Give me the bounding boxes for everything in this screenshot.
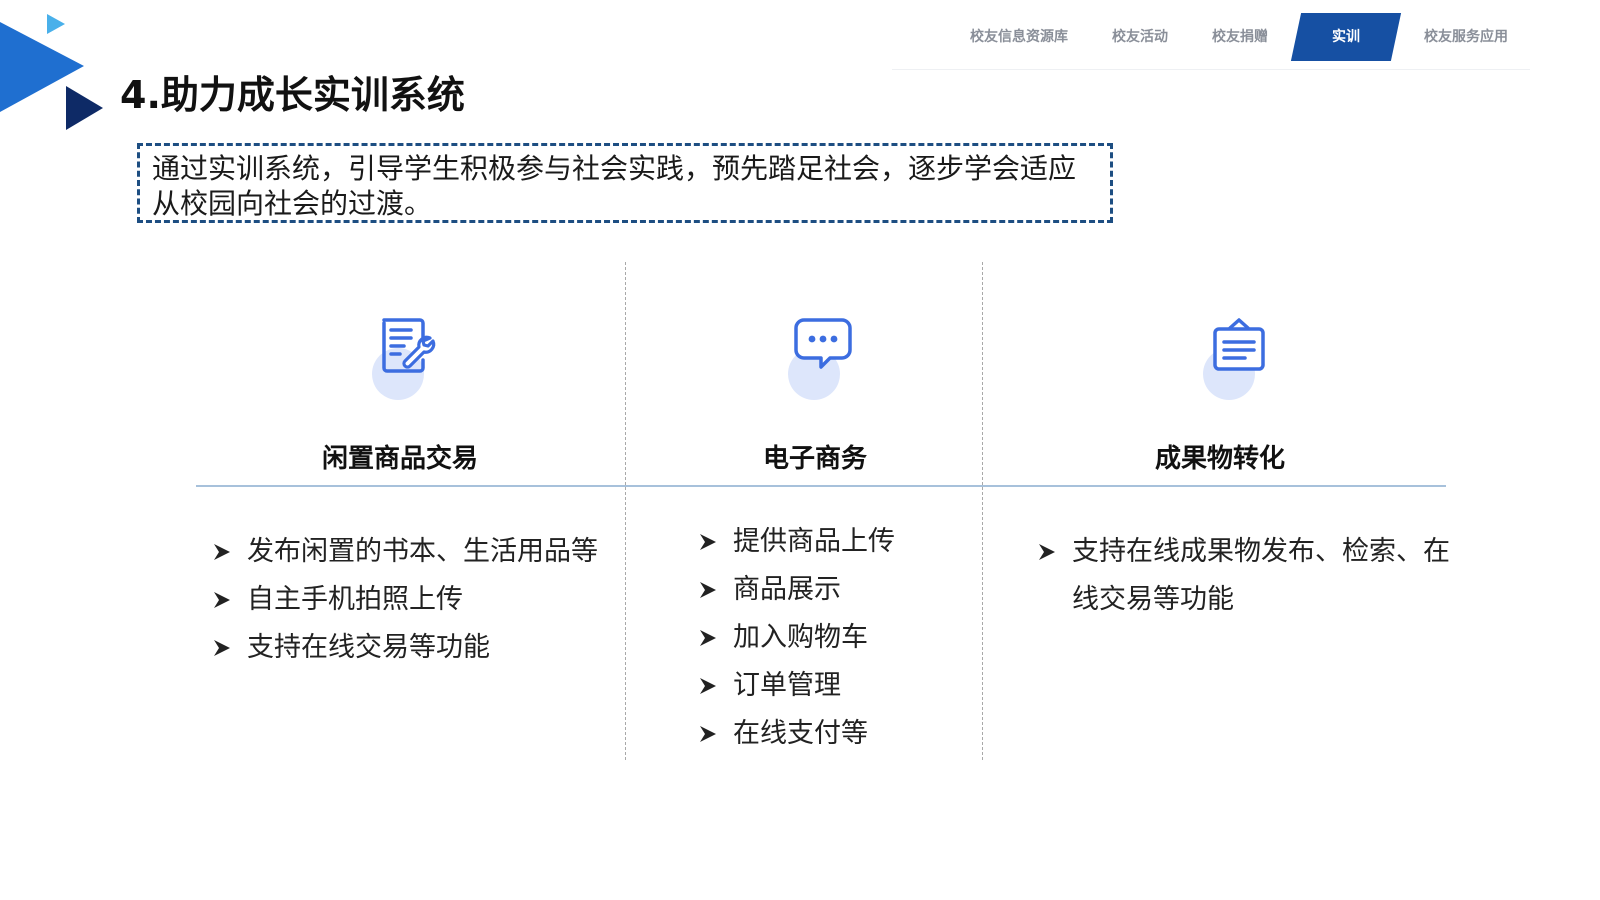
nav-item-label: 校友活动 xyxy=(1112,29,1168,45)
bullet-list: 支持在线成果物发布、检索、在线交易等功能 xyxy=(1036,528,1456,624)
column-divider xyxy=(982,262,983,760)
list-item: 发布闲置的书本、生活用品等 xyxy=(211,528,598,576)
slide: 校友信息资源库 校友活动 校友捐赠 实训 校友服务应用 4.助力成长实训系统 通… xyxy=(0,0,1600,900)
arrow-bullet-icon xyxy=(700,630,716,646)
arrow-bullet-icon xyxy=(700,582,716,598)
clipboard-list-icon xyxy=(1195,316,1285,406)
list-item: 加入购物车 xyxy=(697,614,895,662)
list-item-text: 发布闲置的书本、生活用品等 xyxy=(247,536,598,567)
intro-text-box: 通过实训系统，引导学生积极参与社会实践，预先踏足社会，逐步学会适应从校园向社会的… xyxy=(137,143,1113,223)
list-item: 支持在线交易等功能 xyxy=(211,624,598,672)
list-item: 提供商品上传 xyxy=(697,518,895,566)
edit-wrench-icon xyxy=(364,316,454,406)
list-item-text: 订单管理 xyxy=(733,670,841,701)
chat-bubble-icon xyxy=(780,316,870,406)
nav-underline-divider xyxy=(892,69,1530,70)
column-heading: 电子商务 xyxy=(762,444,867,474)
page-title: 4.助力成长实训系统 xyxy=(120,73,465,117)
list-item: 支持在线成果物发布、检索、在线交易等功能 xyxy=(1036,528,1456,624)
list-item-text: 商品展示 xyxy=(733,574,841,605)
list-item-text: 支持在线成果物发布、检索、在线交易等功能 xyxy=(1072,536,1450,615)
list-item: 自主手机拍照上传 xyxy=(211,576,598,624)
nav-item-alumni-database[interactable]: 校友信息资源库 xyxy=(948,13,1090,61)
list-item-text: 加入购物车 xyxy=(733,622,868,653)
nav-item-alumni-services[interactable]: 校友服务应用 xyxy=(1402,13,1530,61)
list-item: 在线支付等 xyxy=(697,710,895,758)
arrow-bullet-icon xyxy=(214,544,230,560)
arrow-bullet-icon xyxy=(214,640,230,656)
nav-item-label: 校友服务应用 xyxy=(1424,29,1508,45)
top-nav: 校友信息资源库 校友活动 校友捐赠 实训 校友服务应用 xyxy=(948,12,1530,62)
nav-item-alumni-donation[interactable]: 校友捐赠 xyxy=(1190,13,1290,61)
nav-item-label: 校友捐赠 xyxy=(1212,29,1268,45)
arrow-bullet-icon xyxy=(700,678,716,694)
column-heading: 闲置商品交易 xyxy=(321,444,478,474)
arrow-bullet-icon xyxy=(700,534,716,550)
nav-item-label: 校友信息资源库 xyxy=(970,29,1068,45)
list-item: 订单管理 xyxy=(697,662,895,710)
heading-underline-divider xyxy=(196,485,1446,487)
arrow-bullet-icon xyxy=(214,592,230,608)
nav-item-label: 实训 xyxy=(1332,29,1360,45)
list-item: 商品展示 xyxy=(697,566,895,614)
list-item-text: 提供商品上传 xyxy=(733,526,895,557)
list-item-text: 支持在线交易等功能 xyxy=(247,632,490,663)
nav-item-alumni-activities[interactable]: 校友活动 xyxy=(1090,13,1190,61)
list-item-text: 在线支付等 xyxy=(733,718,868,749)
bullet-list: 发布闲置的书本、生活用品等 自主手机拍照上传 支持在线交易等功能 xyxy=(211,528,598,672)
arrow-bullet-icon xyxy=(700,726,716,742)
arrow-bullet-icon xyxy=(1039,544,1055,560)
bullet-list: 提供商品上传 商品展示 加入购物车 订单管理 在线支付等 xyxy=(697,518,895,758)
column-heading: 成果物转化 xyxy=(1154,444,1285,474)
column-divider xyxy=(625,262,626,760)
nav-item-training[interactable]: 实训 xyxy=(1296,13,1396,61)
list-item-text: 自主手机拍照上传 xyxy=(247,584,463,615)
corner-triangles-decoration xyxy=(0,14,103,130)
